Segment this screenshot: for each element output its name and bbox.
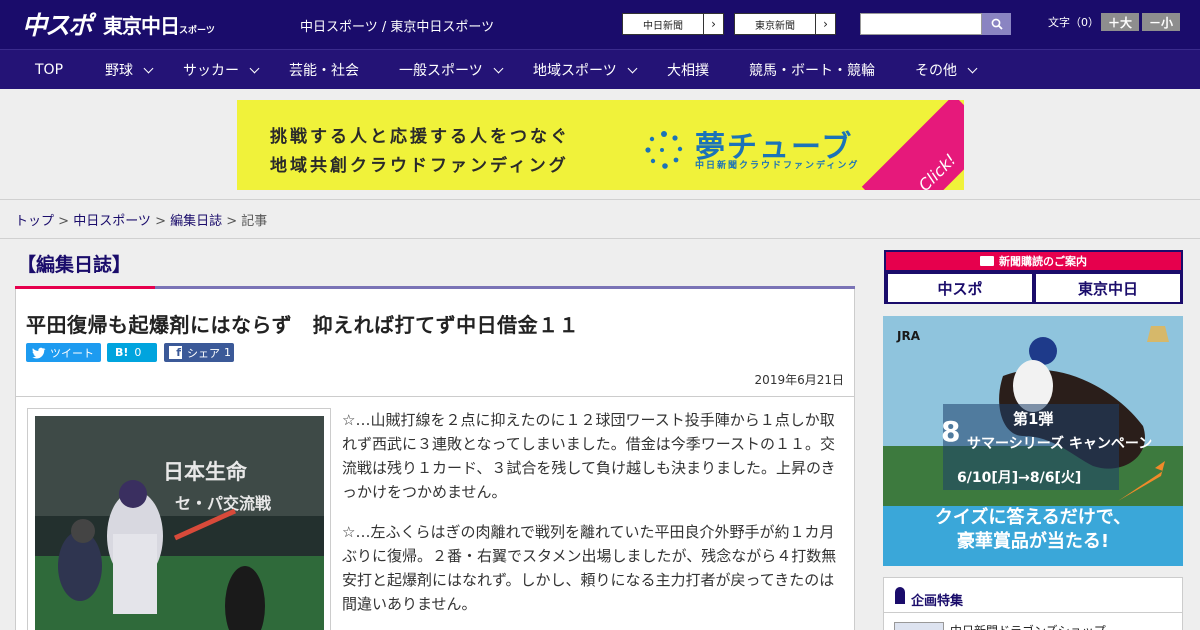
search-input[interactable] [860,13,982,35]
jra-ad-image: JRA 8 第1弾 サマーシリーズ キャンペーン 6/10[月]→8/6[火] [883,316,1183,506]
font-smaller-button[interactable]: －小 [1142,13,1180,31]
site-logo[interactable]: 中スポ 東京中日スポーツ [22,8,215,40]
jra-ad-banner[interactable]: JRA 8 第1弾 サマーシリーズ キャンペーン 6/10[月]→8/6[火] … [883,316,1183,566]
jra-dates: 6/10[月]→8/6[火] [957,470,1081,486]
article-photo-frame: 日本生命 セ・パ交流戦 [27,408,331,630]
jra-campaign: サマーシリーズ キャンペーン [967,435,1152,452]
facebook-count: 1 [224,346,231,359]
banner-line-2: 地域共創クラウドファンディング [270,156,569,176]
chevron-down-icon [249,63,260,73]
tokyo-chunichi-logo: 東京中日スポーツ [103,13,215,38]
tweet-button[interactable]: ツイート [26,343,101,362]
article-headline: 平田復帰も起爆剤にはならず 抑えれば打てず中日借金１１ [26,313,580,337]
breadcrumb: トップ > 中日スポーツ > 編集日誌 > 記事 [15,214,268,229]
jra-logo: JRA [896,329,921,343]
dots-logo-icon [645,131,683,169]
hatena-icon: B! [115,346,129,359]
newspaper-icon [980,256,994,266]
font-size-label: 文字（0） [1048,16,1099,29]
baseball-photo-image: 日本生命 セ・パ交流戦 [35,416,324,630]
article-paragraph: ☆…左ふくらはぎの肉離れで戦列を離れていた平田良介外野手が約１カ月ぶりに復帰。２… [342,523,837,613]
feature-title: 企画特集 [911,594,964,609]
breadcrumb-current: 記事 [241,214,268,229]
chevron-right-icon: › [823,17,828,31]
banner-brand-sub: 中日新聞クラウドファンディング [695,161,860,171]
header-bar: 中スポ 東京中日スポーツ 中日スポーツ / 東京中日スポーツ 中日新聞 › 東京… [0,0,1200,49]
nav-item-top[interactable]: TOP [35,50,63,90]
banner-line-1: 挑戦する人と応援する人をつなぐ [270,127,570,147]
breadcrumb-category[interactable]: 編集日誌 [170,214,222,229]
ribbon-icon [895,587,905,604]
nav-item-racing[interactable]: 競馬・ボート・競輪 [749,50,875,90]
facebook-icon: f [169,346,182,359]
subscribe-tokyo-button[interactable]: 東京中日 [1036,274,1180,302]
chevron-down-icon [143,63,154,73]
article-date: 2019年6月21日 [754,373,844,387]
chevron-down-icon [967,63,978,73]
tokyo-shimbun-link[interactable]: 東京新聞 › [734,13,836,35]
nav-item-soccer[interactable]: サッカー [183,50,260,90]
feature-box: 企画特集 中日新聞ドラゴンズショップ [883,577,1183,630]
divider [0,238,1200,239]
chunichi-shimbun-link[interactable]: 中日新聞 › [622,13,724,35]
crowdfunding-banner[interactable]: 挑戦する人と応援する人をつなぐ 地域共創クラウドファンディング 夢チューブ 中日… [237,100,964,190]
feature-item-dragons-shop[interactable]: 中日新聞ドラゴンズショップ [950,622,1106,630]
article-header: 平田復帰も起爆剤にはならず 抑えれば打てず中日借金１１ ツイート B! 0 f … [15,289,855,397]
banner-area: 挑戦する人と応援する人をつなぐ 地域共創クラウドファンディング 夢チューブ 中日… [0,89,1200,200]
click-corner [861,100,964,190]
search-icon [991,18,1003,30]
nav-item-other[interactable]: その他 [915,50,978,90]
subscribe-chunichi-button[interactable]: 中スポ [888,274,1032,302]
facebook-share-button[interactable]: f シェア 1 [164,343,234,362]
chevron-right-icon: › [711,17,716,31]
chevron-down-icon [627,63,638,73]
feature-thumbnail[interactable] [894,622,944,630]
search-button[interactable] [982,13,1011,35]
subscribe-heading: 新聞購読のご案内 [886,252,1181,270]
hatena-bookmark-button[interactable]: B! 0 [107,343,157,362]
nav-item-entertainment[interactable]: 芸能・社会 [289,50,359,90]
article-photo[interactable]: 日本生命 セ・パ交流戦 [35,416,324,630]
nav-item-baseball[interactable]: 野球 [105,50,154,90]
breadcrumb-site[interactable]: 中日スポーツ [73,214,151,229]
section-title: 【編集日誌】 [17,254,132,276]
photo-sign-1: 日本生命 [163,460,248,484]
font-larger-button[interactable]: ＋大 [1101,13,1139,31]
article-paragraph: ☆…山賊打線を２点に抑えたのに１２球団ワースト投手陣から１点しか取れず西武に３連… [342,411,836,501]
main-nav: TOP 野球 サッカー 芸能・社会 一般スポーツ 地域スポーツ 大相撲 競馬・ボ… [0,49,1200,89]
jra-copy: クイズに答えるだけで、 豪華賞品が当たる! [934,507,1132,552]
chunichi-sports-logo: 中スポ [22,11,93,40]
site-label: 中日スポーツ / 東京中日スポーツ [300,20,495,35]
twitter-icon [32,347,46,358]
nav-item-local-sports[interactable]: 地域スポーツ [533,50,638,90]
photo-sign-2: セ・パ交流戦 [175,494,272,513]
hatena-count: 0 [134,346,142,359]
nav-item-sumo[interactable]: 大相撲 [667,50,709,90]
chevron-down-icon [493,63,504,73]
breadcrumb-top[interactable]: トップ [15,214,54,229]
article-body: 日本生命 セ・パ交流戦 ☆…山賊打線を２点に抑えたのに１２球団ワースト投手陣から… [15,397,855,630]
nav-item-general-sports[interactable]: 一般スポーツ [399,50,504,90]
divider [884,612,1182,613]
subscribe-box: 新聞購読のご案内 中スポ 東京中日 [884,250,1183,304]
jra-round: 第1弾 [1013,410,1053,428]
jra-number: 8 [941,415,960,448]
